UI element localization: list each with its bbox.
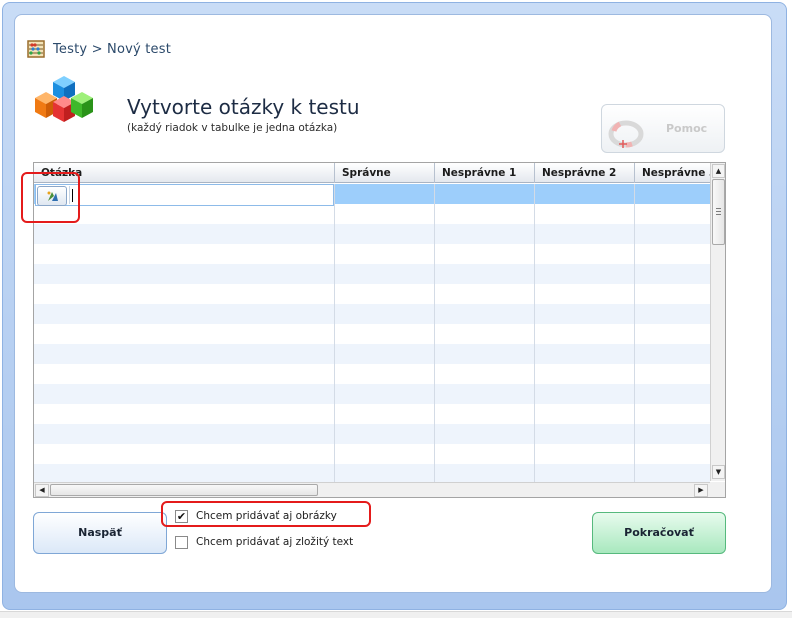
table-row[interactable] bbox=[34, 304, 710, 324]
scroll-down-arrow-icon[interactable]: ▼ bbox=[712, 465, 725, 479]
table-row[interactable] bbox=[34, 384, 710, 404]
text-caret bbox=[72, 189, 73, 202]
table-row[interactable] bbox=[34, 324, 710, 344]
scroll-right-arrow-icon[interactable]: ▶ bbox=[694, 484, 708, 497]
bottom-strip bbox=[0, 611, 792, 618]
scroll-corner bbox=[710, 482, 725, 497]
add-complex-text-label: Chcem pridávať aj zložitý text bbox=[196, 536, 354, 548]
vertical-scrollbar[interactable]: ▲ ▼ bbox=[710, 163, 725, 481]
abacus-icon bbox=[27, 40, 45, 58]
add-image-button[interactable] bbox=[37, 186, 67, 206]
breadcrumb-text: Testy > Nový test bbox=[53, 41, 172, 57]
continue-button[interactable]: Pokračovať bbox=[592, 512, 726, 554]
table-row[interactable] bbox=[34, 244, 710, 264]
table-row[interactable] bbox=[34, 404, 710, 424]
add-images-label: Chcem pridávať aj obrázky bbox=[196, 510, 337, 522]
column-header-correct[interactable]: Správne bbox=[335, 163, 435, 183]
table-row[interactable] bbox=[34, 344, 710, 364]
question-edit-cell[interactable] bbox=[35, 184, 334, 206]
breadcrumb: Testy > Nový test bbox=[27, 40, 171, 58]
horizontal-scroll-thumb[interactable] bbox=[50, 484, 318, 496]
column-divider bbox=[534, 184, 535, 484]
lifebuoy-icon bbox=[608, 120, 644, 148]
column-divider bbox=[334, 184, 335, 484]
vertical-scroll-thumb[interactable] bbox=[712, 179, 725, 245]
table-row[interactable] bbox=[34, 444, 710, 464]
questions-grid[interactable]: Otázka Správne Nesprávne 1 Nesprávne 2 N… bbox=[33, 162, 726, 498]
column-header-wrong-2[interactable]: Nesprávne 2 bbox=[535, 163, 635, 183]
column-divider bbox=[434, 184, 435, 484]
question-text-input[interactable] bbox=[69, 186, 333, 204]
grid-body[interactable] bbox=[34, 184, 710, 484]
grid-header: Otázka Správne Nesprávne 1 Nesprávne 2 N… bbox=[34, 163, 710, 183]
horizontal-scrollbar[interactable]: ◀ ▶ bbox=[34, 482, 710, 497]
add-complex-text-checkbox[interactable] bbox=[175, 535, 188, 549]
colored-cubes-logo bbox=[35, 76, 93, 122]
add-complex-text-option[interactable]: Chcem pridávať aj zložitý text bbox=[175, 534, 353, 550]
help-button[interactable]: Pomoc bbox=[601, 104, 725, 153]
column-header-wrong-3[interactable]: Nesprávne 3 bbox=[635, 163, 710, 183]
grip-line bbox=[716, 214, 721, 215]
column-divider bbox=[634, 184, 635, 484]
add-images-option[interactable]: ✔ Chcem pridávať aj obrázky bbox=[175, 508, 337, 524]
table-row[interactable] bbox=[34, 224, 710, 244]
help-label: Pomoc bbox=[666, 122, 708, 135]
add-images-checkbox[interactable]: ✔ bbox=[175, 509, 188, 523]
table-row[interactable] bbox=[34, 424, 710, 444]
scroll-up-arrow-icon[interactable]: ▲ bbox=[712, 164, 725, 178]
table-row[interactable] bbox=[34, 204, 710, 224]
page-subtitle: (každý riadok v tabulke je jedna otázka) bbox=[127, 122, 338, 134]
table-row[interactable] bbox=[34, 264, 710, 284]
grip-line bbox=[716, 211, 721, 212]
scroll-left-arrow-icon[interactable]: ◀ bbox=[35, 484, 49, 497]
column-header-wrong-1[interactable]: Nesprávne 1 bbox=[435, 163, 535, 183]
table-row[interactable] bbox=[34, 284, 710, 304]
back-button[interactable]: Naspäť bbox=[33, 512, 167, 554]
page-title: Vytvorte otázky k testu bbox=[127, 95, 360, 119]
grip-line bbox=[716, 208, 721, 209]
table-row[interactable] bbox=[34, 464, 710, 484]
table-row[interactable] bbox=[34, 364, 710, 384]
column-header-question[interactable]: Otázka bbox=[34, 163, 335, 183]
add-image-icon bbox=[47, 191, 58, 201]
